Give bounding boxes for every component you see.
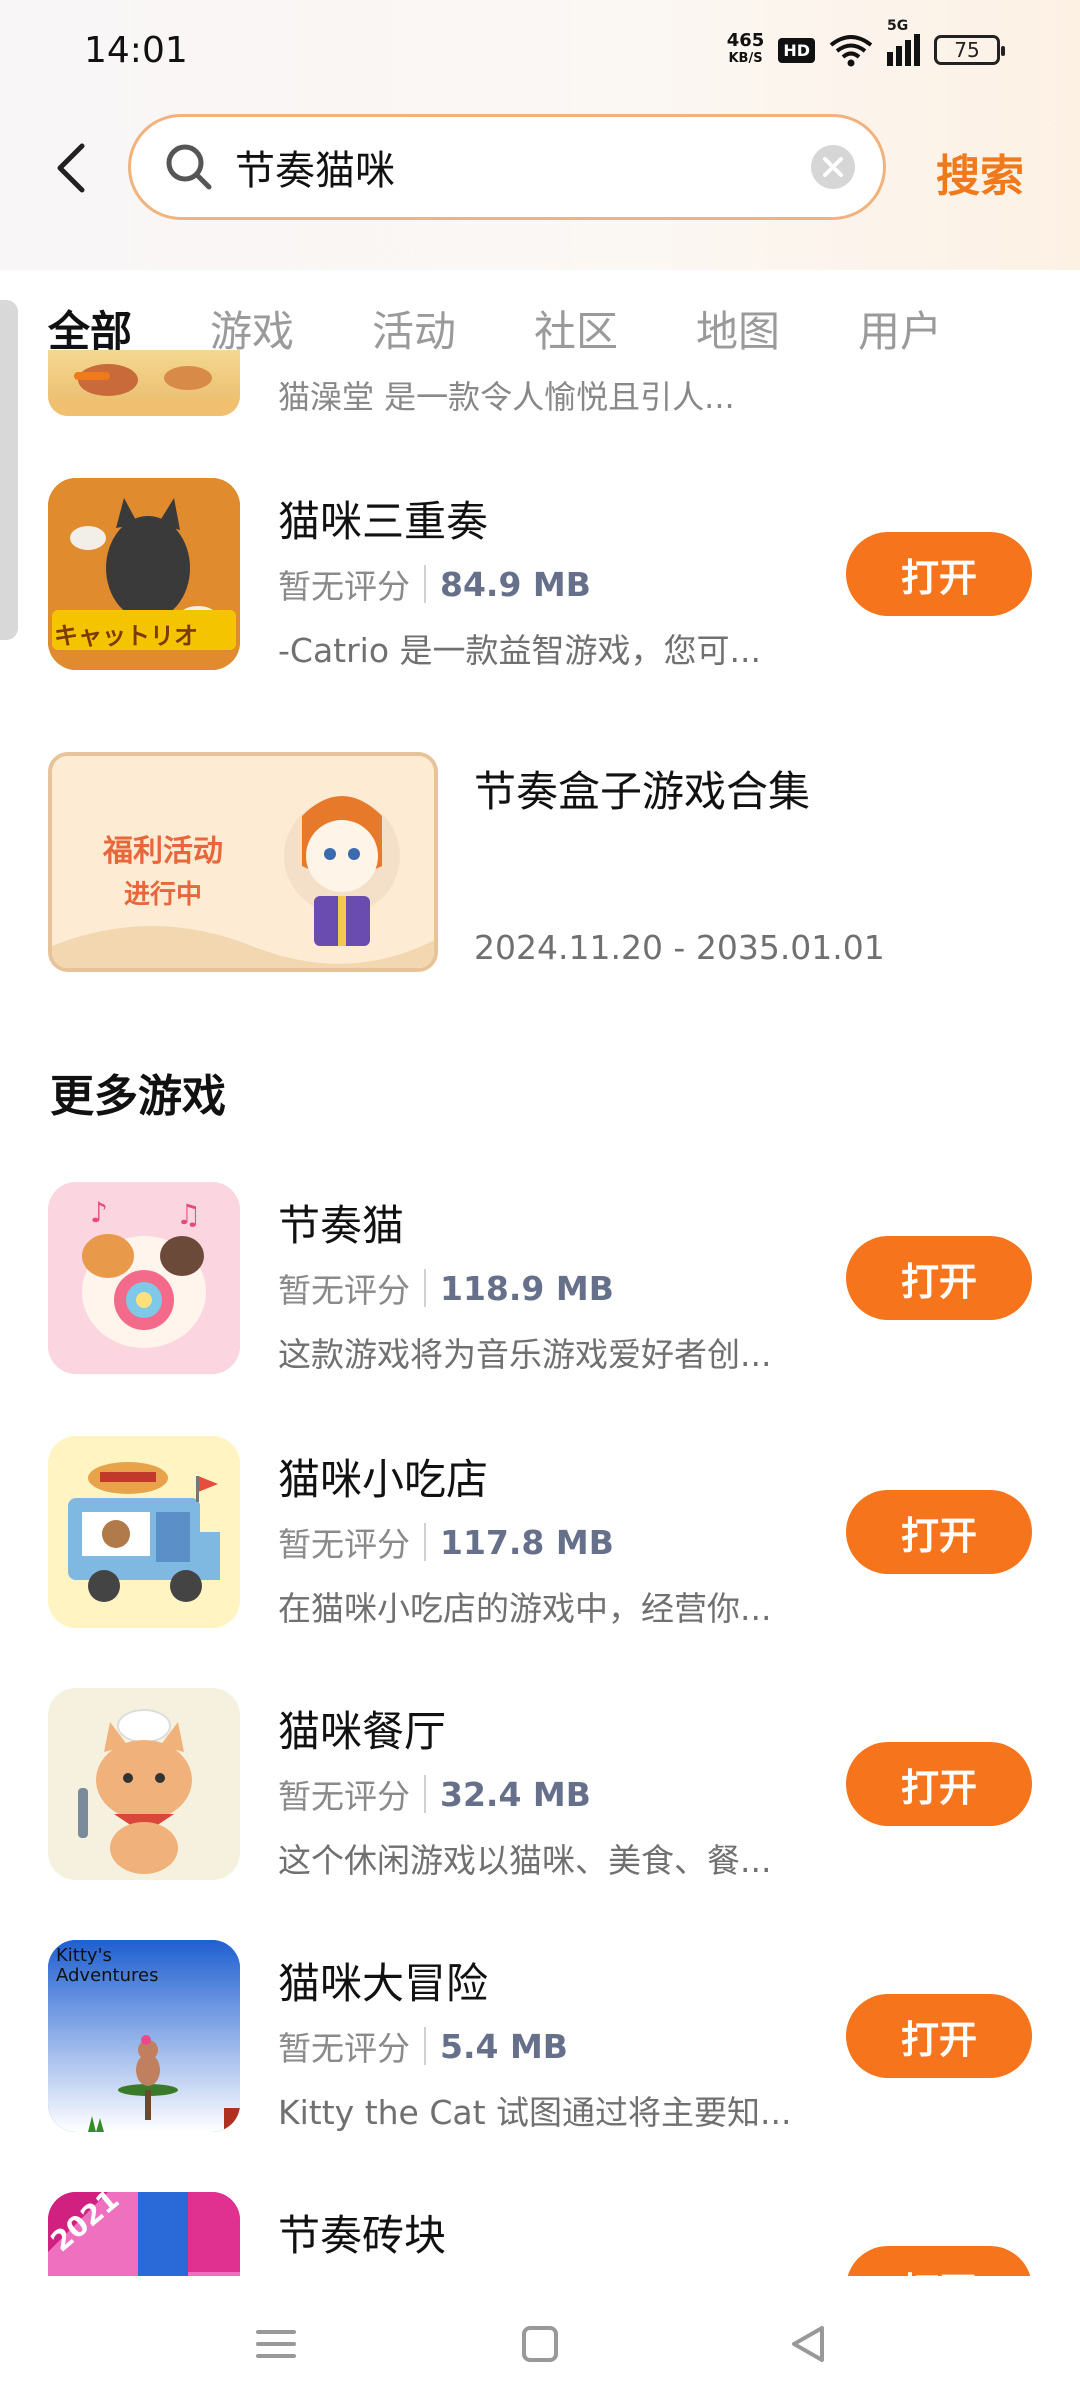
list-item[interactable]: 猫咪小吃店 暂无评分 117.8 MB 在猫咪小吃店的游戏中，经营你... 打开 — [0, 1436, 1080, 1636]
partial-app-artwork — [48, 364, 240, 416]
kitty-adventures-icon-line1: Kitty's — [56, 1945, 112, 1966]
event-date: 2024.11.20 - 2035.01.01 — [474, 928, 885, 967]
tab-maps[interactable]: 地图 — [696, 298, 780, 359]
svg-text:♪: ♪ — [90, 1196, 108, 1229]
app-rating: 暂无评分 — [278, 1777, 410, 1816]
cat-restaurant-app-icon[interactable] — [48, 1688, 240, 1880]
app-rating: 暂无评分 — [278, 1271, 410, 1310]
app-meta: 暂无评分 5.4 MB — [278, 2022, 568, 2070]
search-button[interactable]: 搜索 — [936, 140, 1024, 204]
open-button[interactable]: 打开 — [846, 1994, 1032, 2078]
app-size: 84.9 MB — [440, 564, 591, 604]
open-button[interactable]: 打开 — [846, 1490, 1032, 1574]
partial-app-description: 猫澡堂 是一款令人愉悦且引人... — [278, 378, 735, 412]
list-item[interactable]: キャットリオ 猫咪三重奏 暂无评分 84.9 MB -Catrio 是一款益智游… — [0, 478, 1080, 678]
event-banner-image[interactable]: 福利活动 进行中 — [48, 752, 438, 972]
app-title: 猫咪餐厅 — [278, 1707, 447, 1756]
app-meta: 暂无评分 118.9 MB — [278, 1264, 614, 1312]
app-size: 117.8 MB — [440, 1522, 614, 1562]
search-query-text[interactable]: 节奏猫咪 — [235, 138, 809, 196]
event-banner-line2: 进行中 — [123, 880, 202, 910]
kitty-adventures-app-icon[interactable]: Kitty's Adventures — [48, 1940, 240, 2132]
app-description: 这个休闲游戏以猫咪、美食、餐... — [278, 1841, 772, 1880]
event-card[interactable]: 福利活动 进行中 节奏盒子游戏合集 2024.11.20 - 2035.01.0… — [0, 752, 1080, 982]
back-icon[interactable] — [780, 2316, 836, 2372]
event-banner-text: 福利活动 进行中 — [78, 826, 248, 911]
open-button[interactable]: 打开 — [846, 532, 1032, 616]
cat-snack-shop-app-icon[interactable] — [48, 1436, 240, 1628]
kitty-adventures-icon-line2: Adventures — [56, 1965, 159, 1986]
rhythm-cat-artwork: ♪ ♫ — [48, 1182, 240, 1374]
app-description: -Catrio 是一款益智游戏，您可... — [278, 631, 761, 670]
cat-restaurant-artwork — [48, 1688, 240, 1880]
search-icon — [166, 144, 212, 190]
active-tab-indicator — [74, 372, 110, 380]
app-description: 这款游戏将为音乐游戏爱好者创... — [278, 1335, 772, 1374]
battery-level: 75 — [954, 38, 980, 62]
kitty-adventures-icon-title: Kitty's Adventures — [56, 1946, 158, 1986]
app-size: 32.4 MB — [440, 1774, 591, 1814]
app-title: 猫咪三重奏 — [278, 497, 489, 546]
catrio-app-icon[interactable]: キャットリオ — [48, 478, 240, 670]
rhythm-tiles-app-icon[interactable]: 2021 — [48, 2192, 240, 2276]
app-description: Kitty the Cat 试图通过将主要知... — [278, 2093, 792, 2132]
meta-divider — [424, 565, 426, 603]
event-title: 节奏盒子游戏合集 — [474, 767, 811, 816]
app-title: 猫咪大冒险 — [278, 1959, 489, 2008]
signal-icon: 5G — [887, 18, 920, 66]
search-bar-row: 节奏猫咪 搜索 — [0, 112, 1080, 222]
app-meta: 暂无评分 84.9 MB — [278, 560, 591, 608]
wifi-icon — [829, 35, 873, 67]
status-icons: 465 KB/S HD 5G 75 — [727, 18, 1005, 68]
app-title: 猫咪小吃店 — [278, 1455, 489, 1504]
list-item[interactable]: 2021 节奏砖块 打开 — [0, 2192, 1080, 2276]
battery-icon: 75 — [934, 35, 1005, 65]
app-meta: 暂无评分 117.8 MB — [278, 1518, 614, 1566]
list-clip-region: 2021 节奏砖块 打开 — [0, 2180, 1080, 2276]
open-button[interactable]: 打开 — [846, 1742, 1032, 1826]
catrio-icon-logo-text: キャットリオ — [54, 622, 198, 650]
hd-icon: HD — [778, 37, 815, 63]
app-size: 118.9 MB — [440, 1268, 614, 1308]
tab-users[interactable]: 用户 — [858, 298, 942, 359]
app-size: 5.4 MB — [440, 2026, 568, 2066]
back-arrow-icon[interactable] — [48, 140, 98, 196]
app-rating: 暂无评分 — [278, 2029, 410, 2068]
app-meta: 暂无评分 32.4 MB — [278, 1770, 591, 1818]
open-button[interactable]: 打开 — [846, 1236, 1032, 1320]
signal-5g-label: 5G — [887, 18, 909, 34]
partial-app-icon[interactable] — [48, 350, 240, 416]
tab-events[interactable]: 活动 — [372, 298, 456, 359]
system-nav-bar — [0, 2276, 1080, 2408]
search-input[interactable]: 节奏猫咪 — [128, 114, 886, 220]
network-speed-value: 465 — [726, 30, 765, 51]
svg-text:♫: ♫ — [176, 1198, 201, 1231]
menu-icon[interactable] — [248, 2316, 304, 2372]
rhythm-cat-app-icon[interactable]: ♪ ♫ — [48, 1182, 240, 1374]
status-bar: 14:01 465 KB/S HD 5G 75 — [0, 0, 1080, 100]
tab-community[interactable]: 社区 — [534, 298, 618, 359]
home-icon[interactable] — [512, 2316, 568, 2372]
cat-snack-shop-artwork — [48, 1436, 240, 1628]
app-rating: 暂无评分 — [278, 567, 410, 606]
network-speed-unit: KB/S — [728, 51, 763, 66]
section-title-more-games: 更多游戏 — [50, 1071, 226, 1122]
clear-icon[interactable] — [809, 143, 857, 191]
app-description: 在猫咪小吃店的游戏中，经营你... — [278, 1589, 772, 1628]
open-button[interactable]: 打开 — [846, 2246, 1032, 2276]
status-time: 14:01 — [84, 29, 188, 71]
meta-divider — [424, 1269, 426, 1307]
meta-divider — [424, 1775, 426, 1813]
list-item[interactable]: Kitty's Adventures 猫咪大冒险 暂无评分 5.4 MB Kit… — [0, 1940, 1080, 2140]
network-speed: 465 KB/S — [727, 32, 765, 68]
meta-divider — [424, 1523, 426, 1561]
meta-divider — [424, 2027, 426, 2065]
list-item[interactable]: ♪ ♫ 节奏猫 暂无评分 118.9 MB 这款游戏将为音乐游戏爱好者创... … — [0, 1182, 1080, 1382]
app-title: 节奏砖块 — [278, 2211, 447, 2260]
list-item[interactable]: 猫咪餐厅 暂无评分 32.4 MB 这个休闲游戏以猫咪、美食、餐... 打开 — [0, 1688, 1080, 1888]
app-title: 节奏猫 — [278, 1201, 405, 1250]
app-rating: 暂无评分 — [278, 1525, 410, 1564]
event-banner-line1: 福利活动 — [103, 834, 223, 869]
